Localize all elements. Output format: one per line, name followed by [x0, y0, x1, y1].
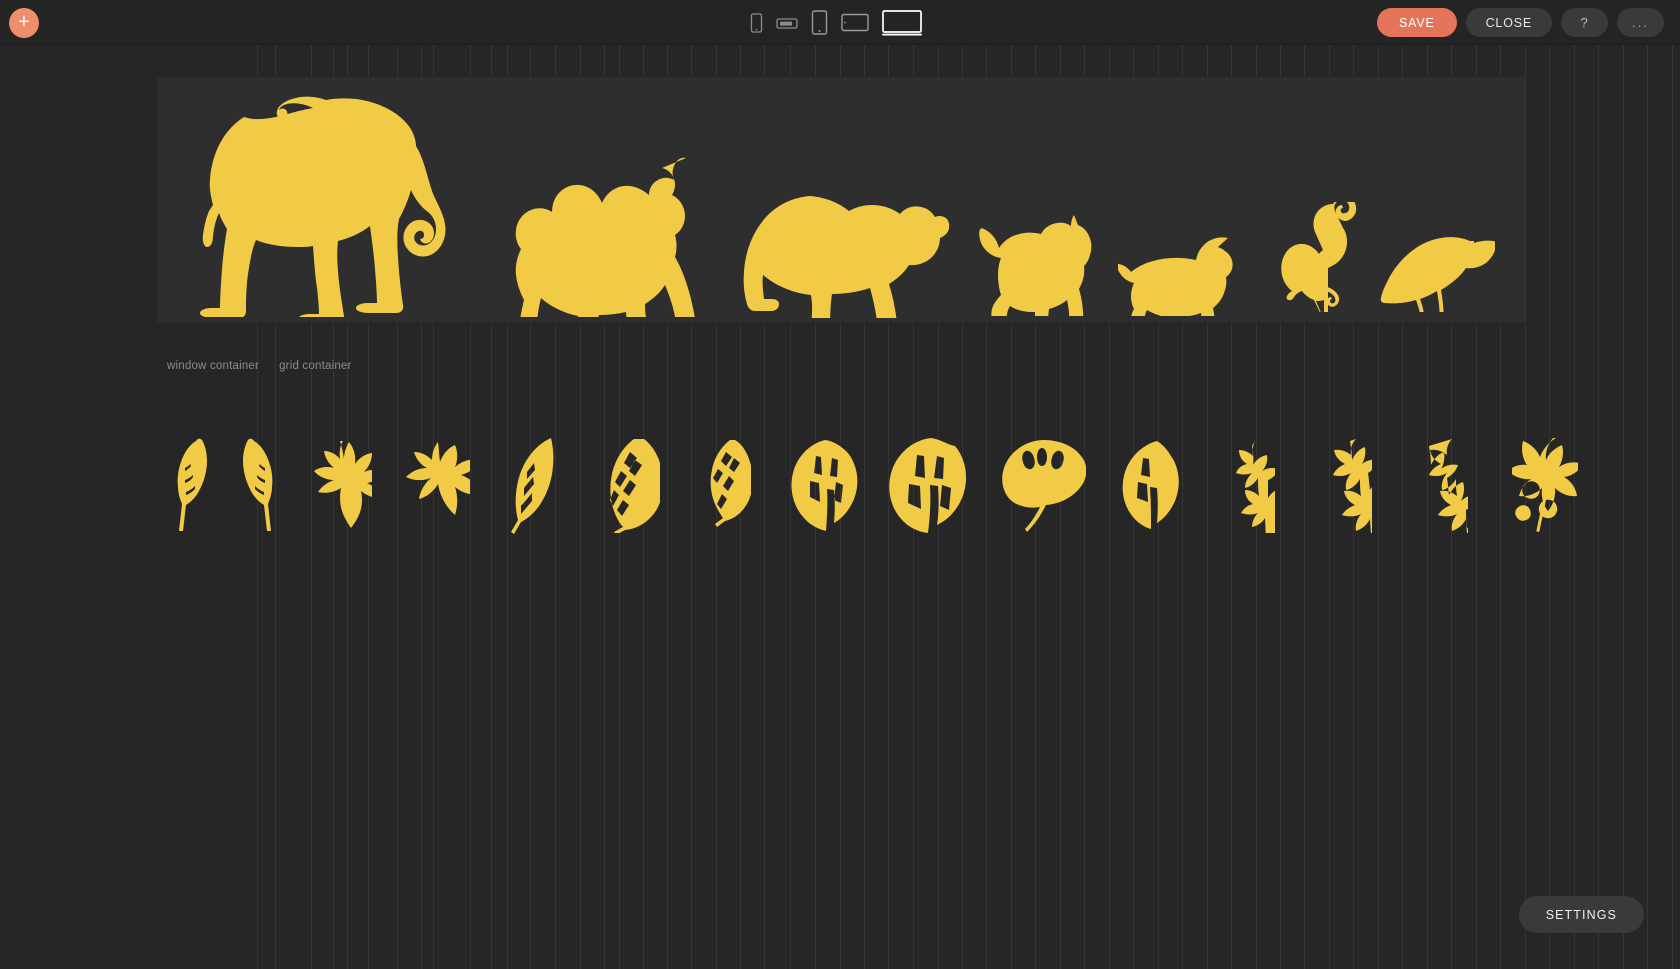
- silhouette-laurel-branch-2[interactable]: [1399, 425, 1495, 545]
- silhouette-fern-leaf[interactable]: [483, 425, 583, 545]
- silhouette-olive-branch[interactable]: [1495, 425, 1595, 545]
- grid-container-label[interactable]: grid container: [269, 355, 361, 377]
- silhouette-plant-sprout[interactable]: [293, 425, 388, 545]
- animal-strip: [157, 77, 1525, 322]
- desktop-icon[interactable]: [882, 9, 922, 37]
- close-button[interactable]: CLOSE: [1465, 8, 1552, 37]
- add-button[interactable]: +: [9, 8, 39, 38]
- ellipsis-icon: ...: [1632, 14, 1649, 30]
- silhouette-split-leaf[interactable]: [1099, 425, 1207, 545]
- window-container[interactable]: [157, 77, 1525, 322]
- silhouette-skeleton-leaf-large[interactable]: [583, 425, 683, 545]
- silhouette-monstera-leaf-small[interactable]: [775, 425, 875, 545]
- container-labels: window container grid container: [157, 355, 362, 377]
- phone-portrait-icon[interactable]: [750, 12, 763, 33]
- silhouette-dog-walking[interactable]: [1107, 77, 1267, 322]
- silhouette-dog-standing[interactable]: [967, 77, 1107, 322]
- silhouette-feather-right[interactable]: [225, 425, 293, 545]
- silhouette-feather-left[interactable]: [157, 425, 225, 545]
- phone-large-icon[interactable]: [811, 10, 828, 35]
- toolbar-actions: SAVE CLOSE ? ...: [1376, 0, 1664, 45]
- silhouette-wheat-sprig[interactable]: [1207, 425, 1303, 545]
- settings-button[interactable]: SETTINGS: [1518, 896, 1644, 933]
- plus-icon: +: [18, 11, 30, 33]
- leaf-strip: [157, 425, 1595, 545]
- device-switcher: [750, 0, 922, 45]
- silhouette-flamingo[interactable]: [1267, 77, 1372, 322]
- save-button[interactable]: SAVE: [1376, 8, 1457, 37]
- design-canvas: window container grid container: [0, 45, 1680, 969]
- silhouette-bird[interactable]: [1372, 77, 1502, 322]
- silhouette-bear[interactable]: [727, 77, 967, 322]
- top-toolbar: + SAVE CLOSE ? ...: [0, 0, 1680, 45]
- tablet-icon[interactable]: [841, 12, 869, 33]
- help-button[interactable]: ?: [1561, 8, 1608, 37]
- silhouette-elephant[interactable]: [157, 77, 487, 322]
- window-container-label[interactable]: window container: [157, 355, 269, 377]
- question-mark-icon: ?: [1580, 15, 1589, 30]
- silhouette-monstera-leaf-large[interactable]: [875, 425, 987, 545]
- silhouette-plant-branch[interactable]: [388, 425, 483, 545]
- silhouette-skeleton-leaf-small[interactable]: [683, 425, 775, 545]
- grid-container[interactable]: [157, 425, 1680, 545]
- silhouette-laurel-branch-1[interactable]: [1303, 425, 1399, 545]
- more-options-button[interactable]: ...: [1617, 8, 1664, 37]
- silhouette-camel[interactable]: [487, 77, 727, 322]
- phone-landscape-icon[interactable]: [776, 16, 798, 30]
- silhouette-ginkgo-leaf[interactable]: [987, 425, 1099, 545]
